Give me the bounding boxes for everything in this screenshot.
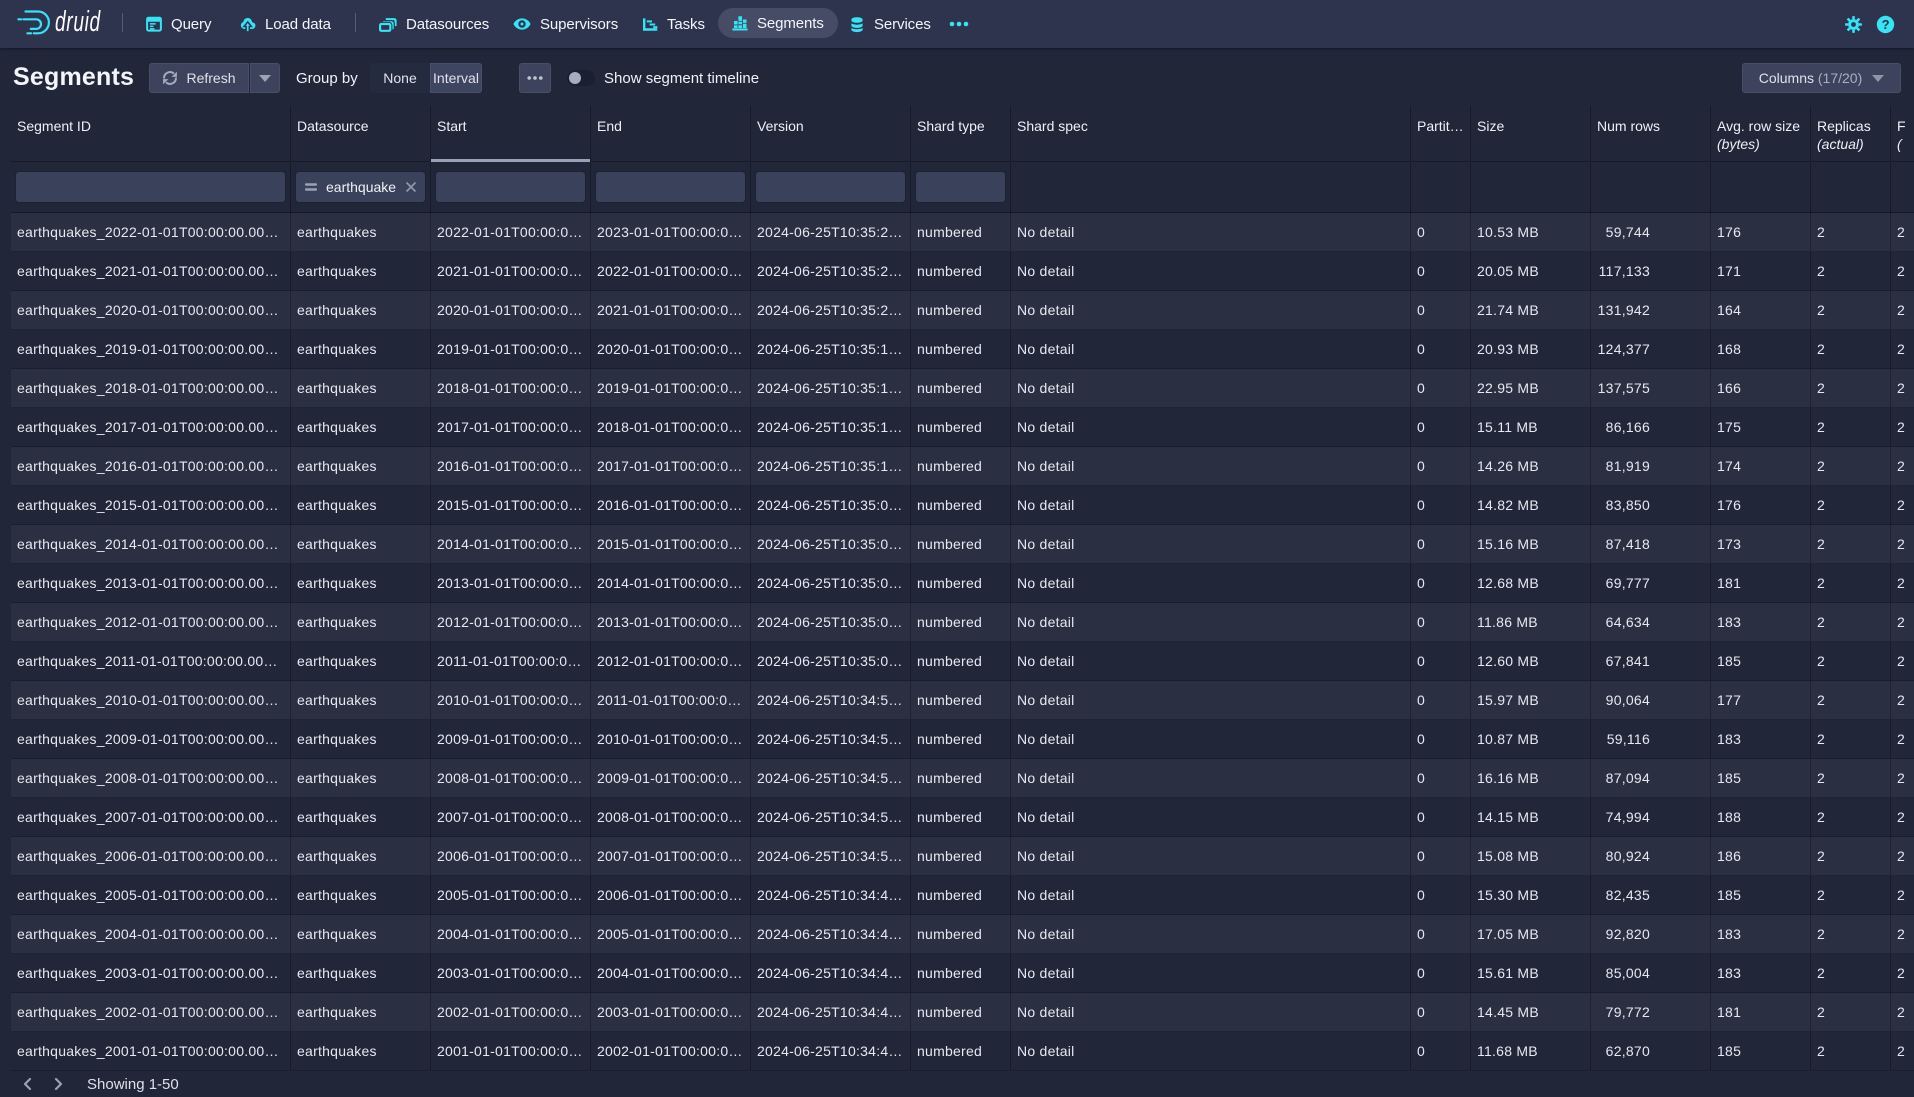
svg-text:?: ?: [1882, 16, 1890, 31]
